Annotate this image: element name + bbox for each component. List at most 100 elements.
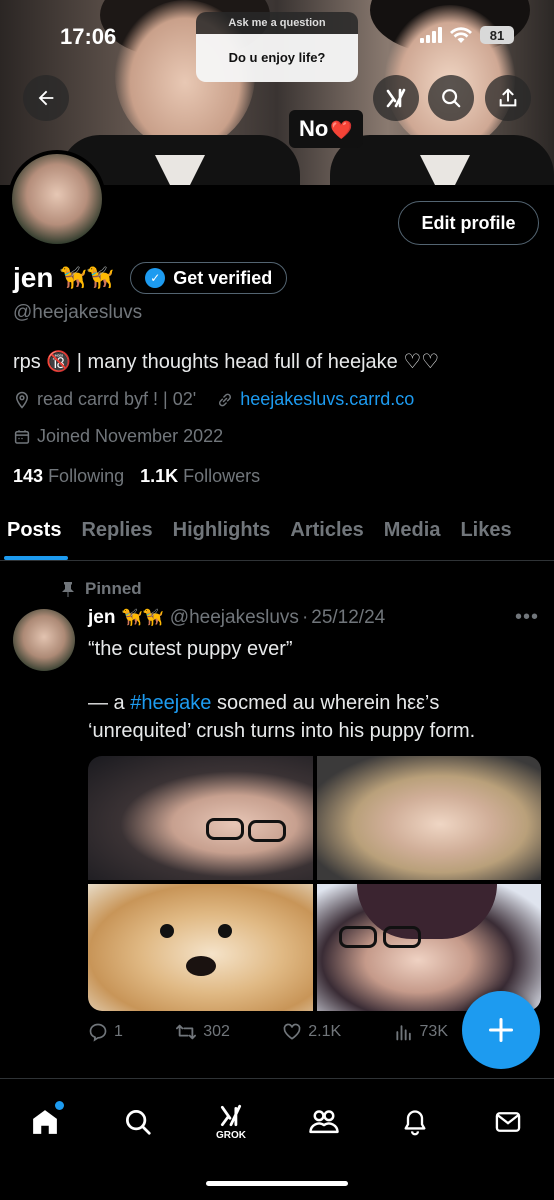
more-options-icon[interactable]: ••• xyxy=(515,606,539,629)
views-icon xyxy=(395,1025,411,1041)
post-avatar[interactable] xyxy=(13,609,75,671)
cellular-signal-icon xyxy=(420,27,442,43)
link-icon xyxy=(219,393,232,406)
calendar-icon xyxy=(14,429,30,444)
bell-icon xyxy=(404,1110,426,1136)
view-count: 73K xyxy=(419,1023,448,1040)
nav-home[interactable] xyxy=(22,1099,68,1145)
location-icon xyxy=(15,391,29,409)
profile-bio: rps 🔞 | many thoughts head full of heeja… xyxy=(13,351,440,373)
profile-name-emojis: 🦮🦮 xyxy=(59,265,115,290)
repost-count: 302 xyxy=(203,1023,230,1040)
post-separator: · xyxy=(301,607,309,628)
nav-notifications[interactable] xyxy=(392,1099,438,1145)
get-verified-button[interactable]: ✓ Get verified xyxy=(130,262,288,294)
reply-icon xyxy=(89,1023,107,1042)
following-count: 143 xyxy=(13,466,44,486)
pinned-label: Pinned xyxy=(85,579,142,598)
tab-highlights[interactable]: Highlights xyxy=(166,505,284,560)
post-media-grid xyxy=(88,756,541,1011)
nav-grok[interactable]: GROK xyxy=(208,1099,254,1145)
repost-icon xyxy=(176,1024,197,1040)
post-author-name[interactable]: jen xyxy=(88,607,115,629)
profile-location: read carrd byf ! | 02' xyxy=(37,389,197,409)
profile-name-row: jen 🦮🦮 ✓ Get verified xyxy=(13,262,288,294)
follow-stats: 143 Following 1.1K Followers xyxy=(13,466,260,487)
pin-icon xyxy=(62,582,74,597)
question-sticker: Ask me a question Do u enjoy life? xyxy=(196,12,358,82)
answer-text: No xyxy=(299,116,329,141)
repost-button[interactable]: 302 xyxy=(175,1022,230,1042)
profile-website-link[interactable]: heejakesluvs.carrd.co xyxy=(240,389,414,410)
arrow-left-icon xyxy=(38,90,54,106)
compose-post-button[interactable] xyxy=(462,991,540,1069)
views-button[interactable]: 73K xyxy=(394,1022,448,1042)
nav-communities[interactable] xyxy=(301,1099,347,1145)
search-icon xyxy=(442,89,461,108)
share-button[interactable] xyxy=(485,75,531,121)
search-button[interactable] xyxy=(428,75,474,121)
home-icon xyxy=(33,1110,57,1134)
communities-icon xyxy=(309,1110,339,1134)
post-header: jen 🦮🦮 @heejakesluvs · 25/12/24 xyxy=(88,607,385,629)
post-author-handle: @heejakesluvs xyxy=(169,607,299,628)
home-notification-dot xyxy=(55,1101,64,1110)
get-verified-label: Get verified xyxy=(173,267,273,288)
post-text-prefix: — a xyxy=(88,692,131,714)
nav-messages[interactable] xyxy=(485,1099,531,1145)
tab-posts[interactable]: Posts xyxy=(0,505,74,560)
answer-sticker: No ❤️ xyxy=(289,110,363,148)
plus-icon xyxy=(488,1017,514,1043)
grok-icon xyxy=(220,1104,242,1127)
tab-likes[interactable]: Likes xyxy=(453,505,524,560)
tab-media[interactable]: Media xyxy=(377,505,454,560)
share-icon xyxy=(499,88,517,107)
wifi-icon xyxy=(450,26,472,43)
profile-meta: read carrd byf ! | 02' heejakesluvs.carr… xyxy=(13,389,414,410)
grok-button[interactable] xyxy=(373,75,419,121)
battery-indicator: 81 xyxy=(480,26,514,44)
post-date[interactable]: 25/12/24 xyxy=(311,607,385,629)
heart-icon xyxy=(283,1023,301,1040)
media-image-1[interactable] xyxy=(88,756,313,880)
status-icons: 81 xyxy=(420,26,514,44)
followers-count: 1.1K xyxy=(140,466,179,486)
status-time: 17:06 xyxy=(60,24,117,49)
question-text: Do u enjoy life? xyxy=(196,34,358,82)
reply-button[interactable]: 1 xyxy=(88,1022,123,1042)
following-label: Following xyxy=(48,466,125,486)
grok-icon xyxy=(386,88,406,108)
heart-emoji: ❤️ xyxy=(330,120,353,140)
home-indicator xyxy=(206,1181,348,1186)
banner-suit-right xyxy=(330,135,554,185)
grok-label: GROK xyxy=(216,1130,246,1141)
joined-date: Joined November 2022 xyxy=(37,426,224,446)
profile-name: jen xyxy=(13,262,54,293)
nav-search[interactable] xyxy=(115,1099,161,1145)
post-author-emojis: 🦮🦮 xyxy=(121,608,164,627)
verified-badge-icon: ✓ xyxy=(145,268,166,288)
question-header: Ask me a question xyxy=(196,12,358,34)
post-text-line1: “the cutest puppy ever” xyxy=(88,638,293,660)
followers-label: Followers xyxy=(183,466,261,486)
tab-articles[interactable]: Articles xyxy=(283,505,376,560)
back-button[interactable] xyxy=(23,75,69,121)
tab-replies[interactable]: Replies xyxy=(74,505,165,560)
like-count: 2.1K xyxy=(308,1023,342,1040)
reply-count: 1 xyxy=(114,1023,123,1040)
followers-link[interactable]: 1.1K Followers xyxy=(140,466,260,487)
hashtag-link[interactable]: #heejake xyxy=(130,692,211,714)
edit-profile-button[interactable]: Edit profile xyxy=(398,201,539,245)
following-link[interactable]: 143 Following xyxy=(13,466,124,487)
media-image-3[interactable] xyxy=(88,884,313,1011)
profile-avatar[interactable] xyxy=(8,150,106,248)
like-button[interactable]: 2.1K xyxy=(282,1022,341,1042)
pinned-indicator: Pinned xyxy=(61,579,142,599)
mail-icon xyxy=(495,1112,521,1132)
post-text-line2: — a #heejake socmed au wherein hεε’s ‘un… xyxy=(88,689,538,745)
search-icon xyxy=(126,1110,151,1135)
post-actions: 1 302 2.1K 73K xyxy=(88,1022,448,1042)
profile-handle: @heejakesluvs xyxy=(13,302,143,323)
profile-tabs: Posts Replies Highlights Articles Media … xyxy=(0,505,554,561)
media-image-2[interactable] xyxy=(317,756,541,880)
